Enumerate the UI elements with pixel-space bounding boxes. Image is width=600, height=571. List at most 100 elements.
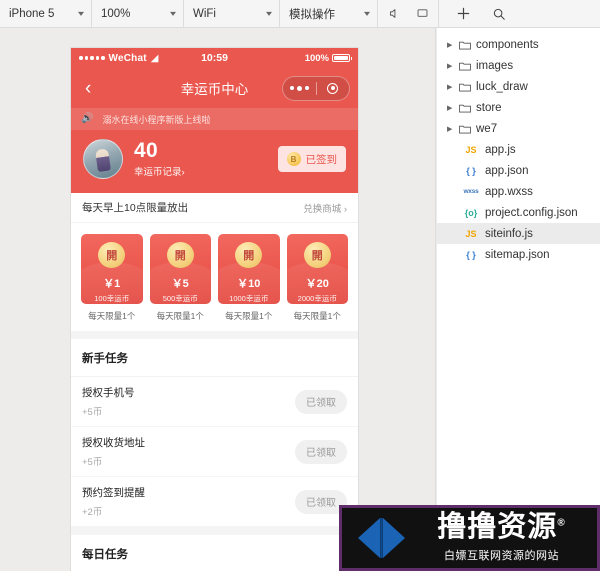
- close-target-icon[interactable]: [317, 82, 350, 94]
- watermark-title: 撸撸资源®: [437, 511, 566, 543]
- sign-in-button[interactable]: B 已签到: [277, 146, 346, 172]
- card-limit: 每天限量1个: [225, 311, 273, 321]
- folder-icon: [459, 103, 474, 113]
- simulator-stage: WeChat ◢ 10:59 100% ‹ 幸运币中心 🔊 溺水在线小程序新版上…: [0, 28, 436, 571]
- search-icon[interactable]: [489, 4, 509, 24]
- card-limit: 每天限量1个: [156, 311, 204, 321]
- simulator-toolbar: iPhone 5 ▾ 100% ▾ WiFi ▾ 模拟操作 ▾: [0, 0, 600, 28]
- toolbar-actions: [439, 0, 509, 27]
- file-explorer: ▶ components ▶ images ▶ luck_draw ▶ stor…: [437, 28, 600, 571]
- watermark-subtitle: 白嫖互联网资源的网站: [444, 547, 559, 563]
- file-tree-folder-images[interactable]: ▶ images: [437, 55, 600, 76]
- watermark-logo-icon: [348, 514, 410, 562]
- file-tree-label: project.config.json: [485, 206, 578, 219]
- config-file-icon: {o}: [464, 207, 478, 218]
- task-row: 授权手机号 +5币 已领取: [71, 377, 358, 427]
- workspace: WeChat ◢ 10:59 100% ‹ 幸运币中心 🔊 溺水在线小程序新版上…: [0, 28, 600, 571]
- simulate-select[interactable]: 模拟操作 ▾: [280, 0, 378, 27]
- folder-icon: [459, 40, 474, 50]
- device-select[interactable]: iPhone 5 ▾: [0, 0, 92, 27]
- chevron-right-icon[interactable]: ▶: [447, 104, 459, 112]
- task-reward: +5币: [82, 407, 103, 418]
- seal-icon: 開: [166, 242, 194, 268]
- novice-task-section: 新手任务 授权手机号 +5币 已领取 授权收货地址 +5币 已领取 预约签到提醒…: [71, 339, 358, 527]
- file-tree-file-project-config[interactable]: ▶ {o} project.config.json: [437, 202, 600, 223]
- zoom-select-label: 100%: [101, 7, 131, 20]
- file-tree-file-app-wxss[interactable]: ▶ wxss app.wxss: [437, 181, 600, 202]
- wxss-file-icon: wxss: [463, 188, 479, 195]
- task-action-button[interactable]: 已领取: [295, 439, 347, 464]
- chevron-down-icon: ▾: [265, 9, 273, 18]
- back-icon[interactable]: ‹: [79, 79, 97, 98]
- card-price: ￥20: [305, 278, 329, 290]
- task-row: 授权收货地址 +5币 已领取: [71, 427, 358, 477]
- menu-dots-icon[interactable]: [283, 85, 316, 91]
- network-select[interactable]: WiFi ▾: [184, 0, 280, 27]
- task-action-button[interactable]: 已领取: [295, 389, 347, 414]
- file-tree-file-app-js[interactable]: ▶ JS app.js: [437, 139, 600, 160]
- json-file-icon: { }: [466, 249, 476, 260]
- card-cost: 100幸运币: [94, 294, 130, 303]
- file-tree-label: siteinfo.js: [485, 227, 533, 240]
- file-tree-label: store: [476, 101, 502, 114]
- file-tree-folder-luck-draw[interactable]: ▶ luck_draw: [437, 76, 600, 97]
- card-price: ￥1: [103, 278, 121, 290]
- device-select-label: iPhone 5: [9, 7, 55, 20]
- screen-icon[interactable]: [412, 4, 432, 24]
- task-info: 预约签到提醒 +2币: [82, 485, 145, 518]
- chevron-down-icon: ▾: [169, 9, 177, 18]
- redpacket-card-item: 開 ￥5 500幸运币 每天限量1个: [149, 234, 211, 322]
- statusbar-time: 10:59: [201, 52, 228, 64]
- file-tree-label: app.wxss: [485, 185, 533, 198]
- json-file-icon: { }: [466, 165, 476, 176]
- redpacket-card[interactable]: 開 ￥1 100幸运币: [81, 234, 143, 304]
- file-tree-folder-store[interactable]: ▶ store: [437, 97, 600, 118]
- redpacket-card-item: 開 ￥10 1000幸运币 每天限量1个: [218, 234, 280, 322]
- chevron-down-icon: ▾: [363, 9, 371, 18]
- battery-icon: [332, 53, 352, 63]
- coin-record-link[interactable]: 幸运币记录›: [134, 164, 185, 178]
- chevron-right-icon[interactable]: ▶: [447, 83, 459, 91]
- phone-header-block: WeChat ◢ 10:59 100% ‹ 幸运币中心 🔊 溺水在线小程序新版上…: [71, 48, 358, 193]
- promo-row: 每天早上10点限量放出 兑换商城 ›: [71, 193, 358, 223]
- file-tree-file-siteinfo-js[interactable]: ▶ JS siteinfo.js: [437, 223, 600, 244]
- file-tree-folder-components[interactable]: ▶ components: [437, 34, 600, 55]
- task-row: 预约签到提醒 +2币 已领取: [71, 477, 358, 527]
- chevron-right-icon[interactable]: ▶: [447, 125, 459, 133]
- redpacket-card-item: 開 ￥20 2000幸运币 每天限量1个: [286, 234, 348, 322]
- coin-icon: B: [286, 152, 301, 166]
- folder-icon: [459, 124, 474, 134]
- redpacket-card-item: 開 ￥1 100幸运币 每天限量1个: [81, 234, 143, 322]
- file-tree-label: app.json: [485, 164, 529, 177]
- app-root: iPhone 5 ▾ 100% ▾ WiFi ▾ 模拟操作 ▾ WeChat ◢…: [0, 0, 600, 571]
- chevron-right-icon[interactable]: ▶: [447, 41, 459, 49]
- speaker-mute-icon[interactable]: [384, 4, 404, 24]
- section-divider: [71, 331, 358, 339]
- watermark-text: 撸撸资源® 白嫖互联网资源的网站: [410, 513, 591, 563]
- toolbar-toggle-group: [378, 0, 439, 27]
- file-tree-label: we7: [476, 122, 498, 135]
- network-select-label: WiFi: [193, 7, 216, 20]
- phone-statusbar: WeChat ◢ 10:59 100%: [71, 48, 358, 68]
- exchange-section: 每天早上10点限量放出 兑换商城 › 開 ￥1 100幸运币 每天限量1个 開 …: [71, 193, 358, 331]
- redpacket-card-list: 開 ￥1 100幸运币 每天限量1个 開 ￥5 500幸运币 每天限量1个 開 …: [71, 223, 358, 331]
- file-tree-label: components: [476, 38, 539, 51]
- zoom-select[interactable]: 100% ▾: [92, 0, 184, 27]
- section-divider: [71, 527, 358, 535]
- watermark-overlay: 撸撸资源® 白嫖互联网资源的网站: [339, 505, 600, 571]
- redpacket-card[interactable]: 開 ￥5 500幸运币: [149, 234, 211, 304]
- notice-bar[interactable]: 🔊 溺水在线小程序新版上线啦: [71, 108, 358, 130]
- avatar[interactable]: [83, 139, 123, 179]
- exchange-mall-link[interactable]: 兑换商城 ›: [303, 201, 347, 215]
- redpacket-card[interactable]: 開 ￥20 2000幸运币: [286, 234, 348, 304]
- file-tree-file-app-json[interactable]: ▶ { } app.json: [437, 160, 600, 181]
- file-tree-label: luck_draw: [476, 80, 528, 93]
- redpacket-card[interactable]: 開 ￥10 1000幸运币: [218, 234, 280, 304]
- file-tree-label: sitemap.json: [485, 248, 550, 261]
- folder-icon: [459, 61, 474, 71]
- file-tree-folder-we7[interactable]: ▶ we7: [437, 118, 600, 139]
- card-limit: 每天限量1个: [88, 311, 136, 321]
- chevron-right-icon[interactable]: ▶: [447, 62, 459, 70]
- file-tree-file-sitemap-json[interactable]: ▶ { } sitemap.json: [437, 244, 600, 265]
- plus-icon[interactable]: [453, 4, 473, 24]
